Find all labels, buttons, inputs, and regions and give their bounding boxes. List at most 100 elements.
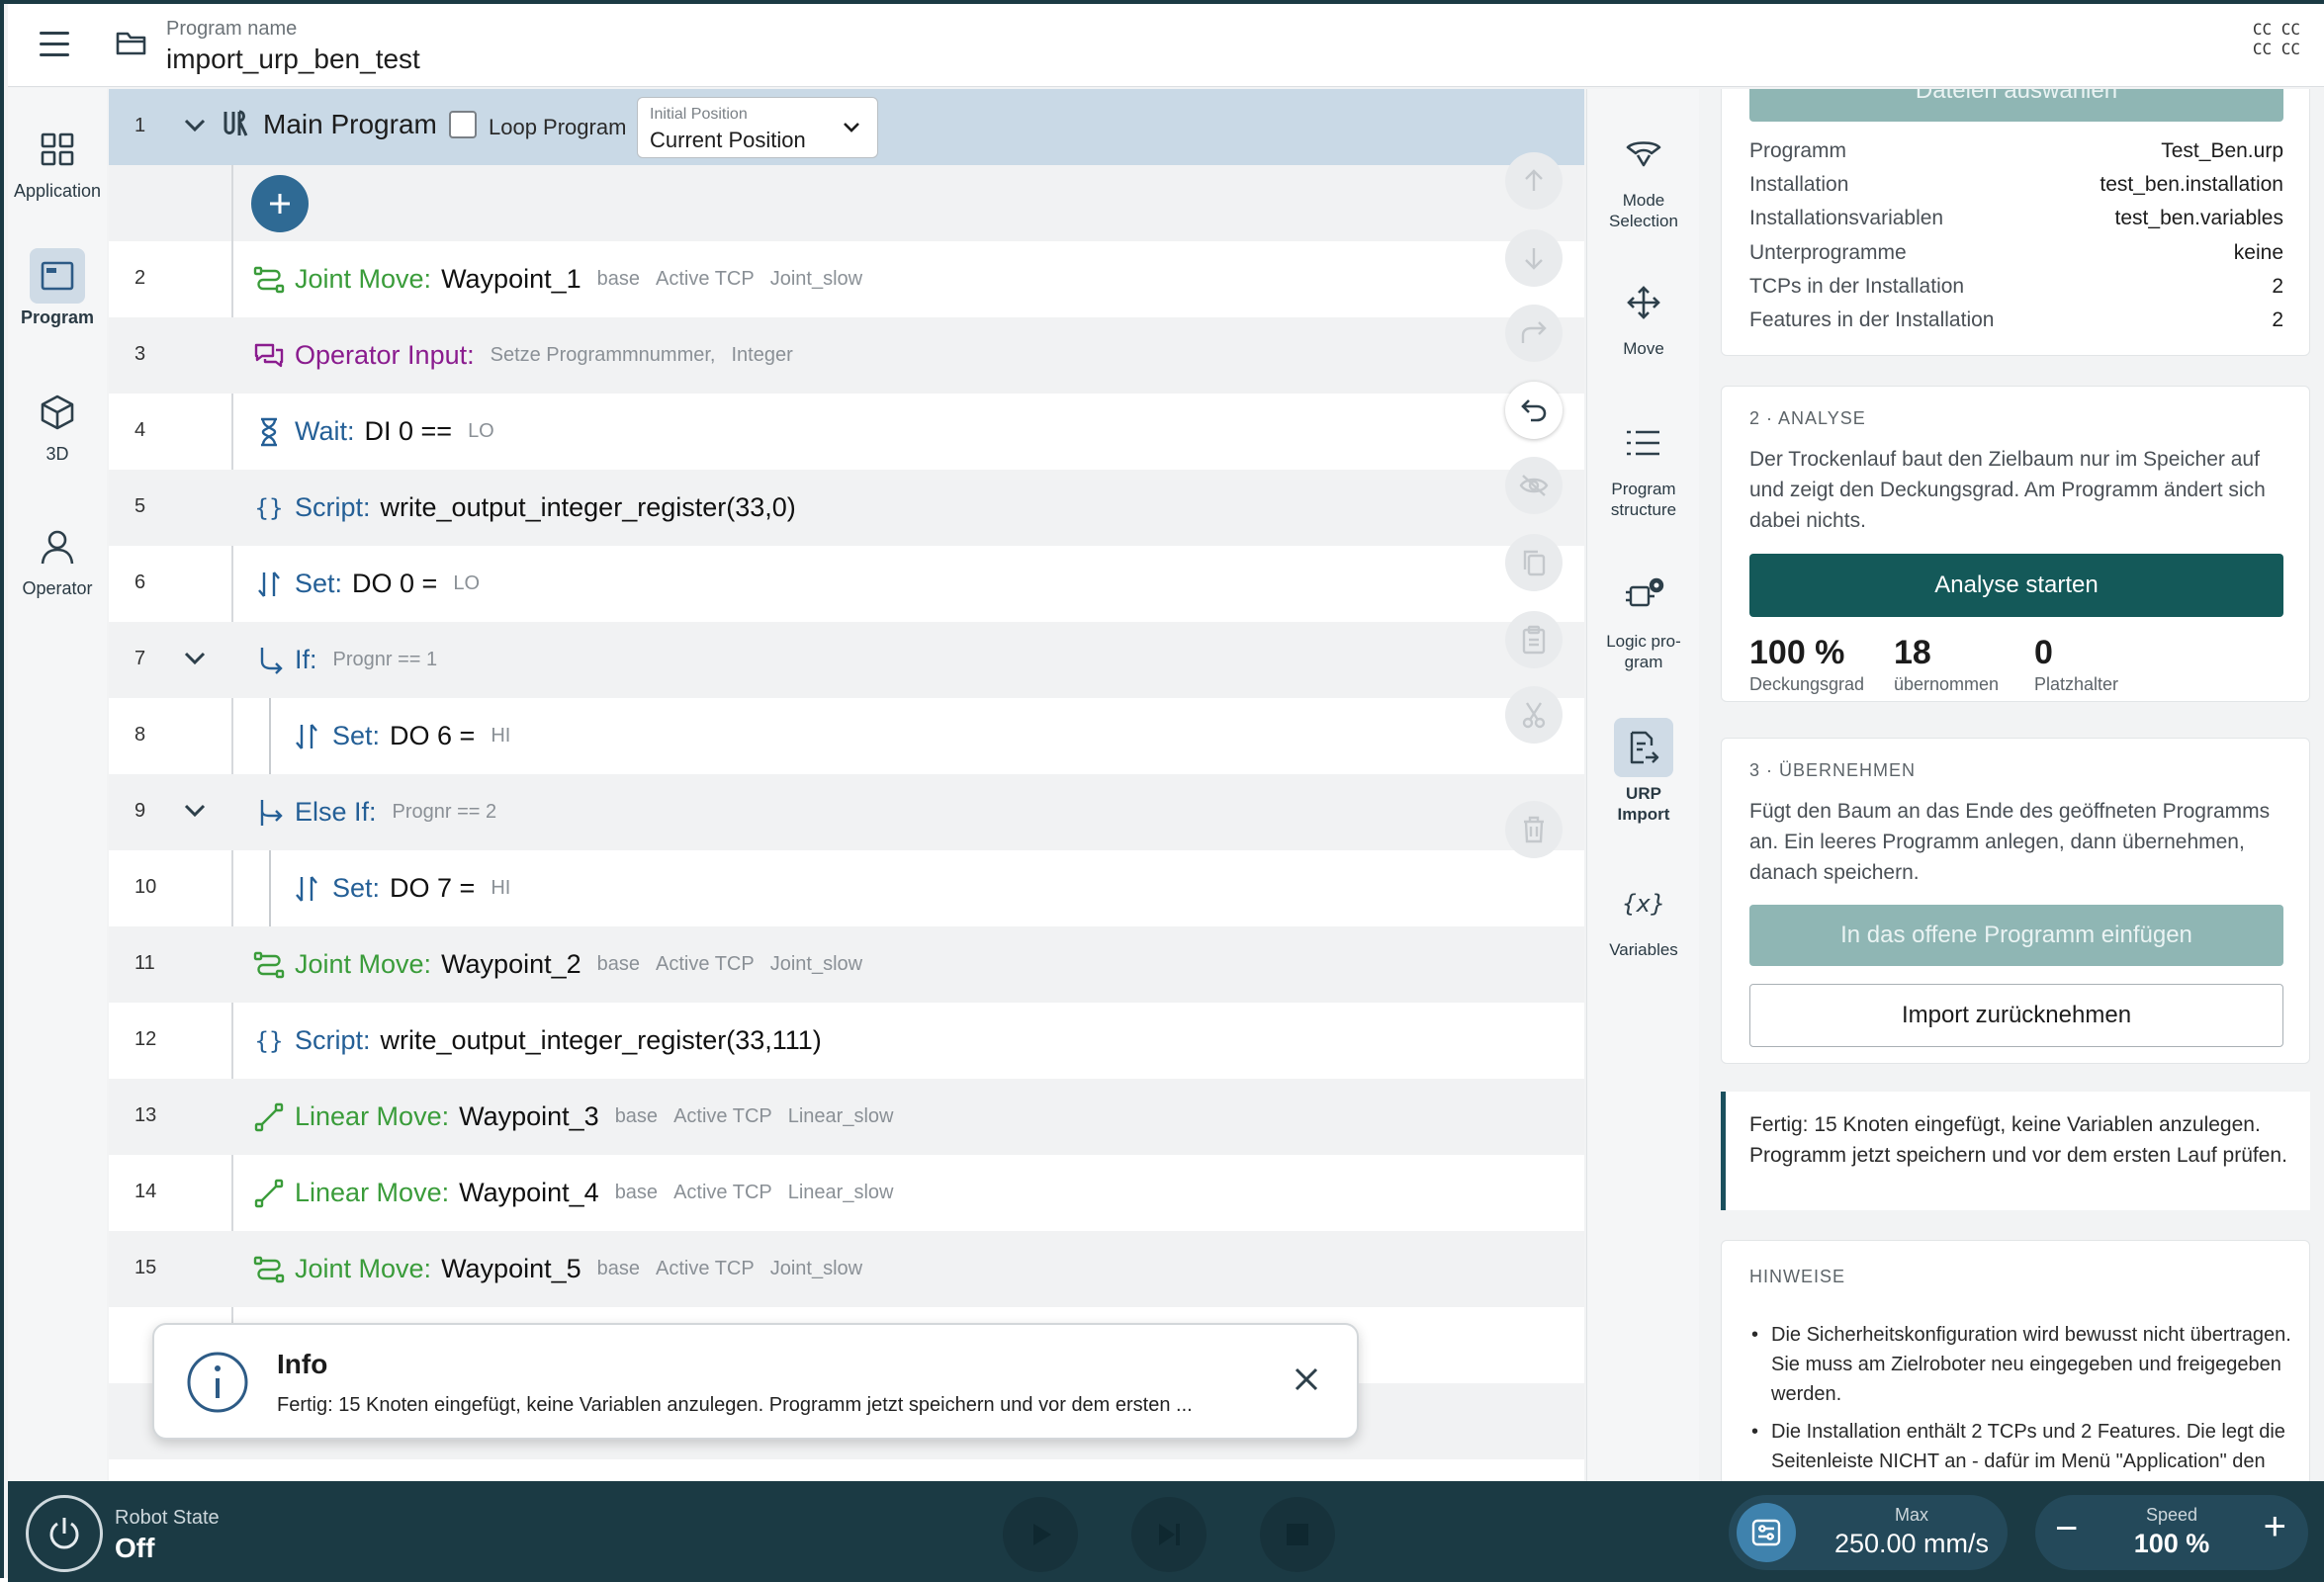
files-card: Dateien auswählen Programm Test_Ben.urp I… (1721, 89, 2310, 356)
stat-coverage: 100 % Deckungsgrad (1749, 634, 1864, 695)
node-meta: Joint_slow (769, 953, 863, 975)
tree-row[interactable]: 2 Joint Move: Waypoint_1 base Active TCP… (109, 241, 1584, 317)
program-name-caption: Program name (166, 18, 298, 40)
start-analysis-button[interactable]: Analyse starten (1749, 554, 2283, 617)
info-key: Installationsvariablen (1749, 207, 1944, 229)
robot-state-caption: Robot State (115, 1507, 220, 1529)
nav-application[interactable]: Application (8, 122, 107, 202)
sliders-icon[interactable] (1737, 1503, 1796, 1562)
rail-label: Logic pro- gram (1606, 632, 1681, 671)
row-number: 14 (134, 1181, 157, 1202)
move-up-button[interactable] (1505, 152, 1563, 210)
tree-row[interactable]: 4 Wait: DI 0 == LO (109, 394, 1584, 470)
info-row-unterprogramme: Unterprogramme keine (1749, 241, 2283, 273)
tree-row-main-program[interactable]: 1 Main Program Loop Program Initial Posi… (109, 89, 1584, 165)
step-forward-button[interactable] (1131, 1497, 1207, 1572)
hide-eye-icon[interactable] (1505, 457, 1563, 514)
info-key: Programm (1749, 139, 1847, 162)
power-icon[interactable] (26, 1495, 103, 1572)
node-value: Waypoint_1 (441, 264, 581, 294)
nav-operator[interactable]: Operator (8, 519, 107, 599)
nav-program[interactable]: Program (8, 248, 107, 328)
add-node-button[interactable] (251, 175, 309, 232)
close-icon[interactable] (1292, 1364, 1321, 1399)
tree-row[interactable]: 14 Linear Move: Waypoint_4 base Active T… (109, 1155, 1584, 1231)
info-value: test_ben.variables (2114, 207, 2283, 229)
insert-into-program-button[interactable]: In das offene Programm einfügen (1749, 905, 2283, 966)
folder-open-icon[interactable] (115, 28, 148, 62)
mode-selection-icon (1614, 125, 1673, 184)
paste-clipboard-icon[interactable] (1505, 611, 1563, 668)
tree-row[interactable]: 9 Else If: Prognr == 2 (109, 774, 1584, 850)
chevron-down-icon[interactable] (180, 111, 210, 140)
program-name[interactable]: import_urp_ben_test (166, 44, 420, 75)
select-files-button[interactable]: Dateien auswählen (1749, 89, 2283, 122)
row-number: 3 (134, 343, 146, 365)
tree-row[interactable]: 13 Linear Move: Waypoint_3 base Active T… (109, 1079, 1584, 1155)
row-number: 12 (134, 1028, 157, 1050)
tree-row[interactable]: 3 Operator Input: Setze Programmnummer, … (109, 317, 1584, 394)
nest-line (269, 698, 271, 774)
initial-position-select[interactable]: Initial Position Current Position (637, 97, 878, 158)
tree-row[interactable]: 8 Set: DO 6 = HI (109, 698, 1584, 774)
hints-list: Die Sicherheitskonfiguration wird bewuss… (1749, 1320, 2295, 1481)
set-io-icon (291, 873, 322, 905)
row-number: 5 (134, 495, 146, 517)
stat-number: 0 (2034, 634, 2053, 671)
speed-control: − Speed 100 % + (2035, 1495, 2308, 1570)
urp-import-panel: Dateien auswählen Programm Test_Ben.urp I… (1701, 89, 2324, 1481)
tree-add-row (109, 165, 1584, 241)
tree-row[interactable]: 5 {} Script: write_output_integer_regist… (109, 470, 1584, 546)
max-value: 250.00 mm/s (1833, 1529, 1990, 1558)
node-meta: HI (491, 725, 511, 747)
node-value: write_output_integer_register(33,111) (380, 1025, 822, 1055)
tree-row[interactable]: 11 Joint Move: Waypoint_2 base Active TC… (109, 926, 1584, 1003)
tree-row[interactable]: 6 Set: DO 0 = LO (109, 546, 1584, 622)
stat-number: 18 (1894, 634, 1931, 671)
loop-program-checkbox[interactable] (449, 111, 477, 138)
set-io-icon (253, 569, 285, 600)
variables-icon: {x} (1622, 890, 1665, 918)
play-button[interactable] (1003, 1497, 1078, 1572)
document-import-icon (1614, 718, 1673, 777)
move-down-button[interactable] (1505, 229, 1563, 287)
nav-3d[interactable]: 3D (8, 385, 107, 465)
tree-row[interactable]: 12 {} Script: write_output_integer_regis… (109, 1003, 1584, 1079)
node-value: Waypoint_5 (441, 1254, 581, 1283)
node-meta: base (614, 1105, 659, 1127)
row-number: 2 (134, 267, 146, 289)
undo-icon[interactable] (1505, 382, 1563, 439)
nav-label: 3D (45, 444, 69, 464)
rail-variables[interactable]: {x} Variables (1587, 874, 1700, 960)
node-keyword: Wait: (295, 416, 355, 446)
stat-label: Deckungsgrad (1749, 674, 1865, 694)
status-notice-text: Fertig: 15 Knoten eingefügt, keine Varia… (1749, 1113, 2287, 1167)
redo-icon[interactable] (1505, 305, 1563, 362)
speed-increase-button[interactable]: + (2264, 1507, 2286, 1546)
undo-import-button[interactable]: Import zurücknehmen (1749, 984, 2283, 1047)
stop-button[interactable] (1260, 1497, 1335, 1572)
copy-icon[interactable] (1505, 534, 1563, 591)
row-number: 13 (134, 1104, 157, 1126)
rail-logic-program[interactable]: Logic pro- gram (1587, 566, 1700, 672)
node-meta: Active TCP (673, 1105, 772, 1127)
tree-row[interactable]: 15 Joint Move: Waypoint_5 base Active TC… (109, 1231, 1584, 1307)
node-keyword: Linear Move: (295, 1101, 450, 1131)
tree-row[interactable]: 10 Set: DO 7 = HI (109, 850, 1584, 926)
chevron-down-icon[interactable] (180, 796, 210, 826)
speed-decrease-button[interactable]: − (2055, 1509, 2078, 1548)
delete-trash-icon[interactable] (1505, 801, 1563, 858)
hamburger-menu-icon[interactable] (36, 28, 75, 61)
stat-taken-over: 18 übernommen (1894, 634, 1999, 695)
rail-program-structure[interactable]: Program structure (1587, 413, 1700, 520)
rail-move[interactable]: Move (1587, 273, 1700, 359)
rail-mode-selection[interactable]: Mode Selection (1587, 125, 1700, 231)
chevron-down-icon[interactable] (180, 644, 210, 673)
node-meta: base (596, 1258, 641, 1279)
node-meta: Prognr == 1 (332, 649, 438, 670)
rail-urp-import[interactable]: URP Import (1587, 718, 1700, 825)
max-speed-control[interactable]: Max 250.00 mm/s (1729, 1495, 2008, 1570)
cut-scissors-icon[interactable] (1505, 686, 1563, 744)
tree-row[interactable]: 7 If: Prognr == 1 (109, 622, 1584, 698)
hourglass-icon (253, 416, 285, 448)
